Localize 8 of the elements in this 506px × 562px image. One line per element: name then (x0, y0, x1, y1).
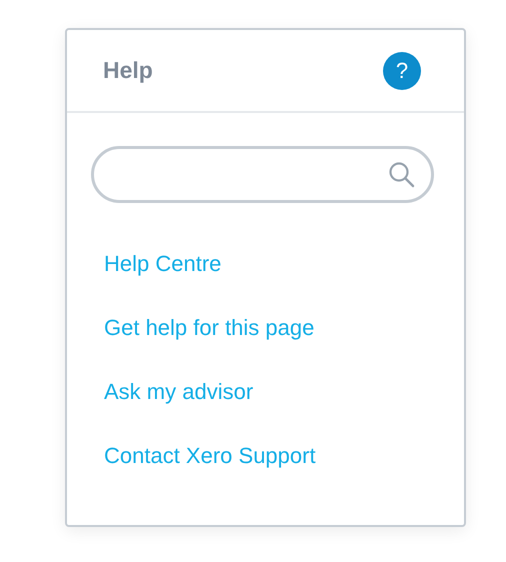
panel-title: Help (103, 56, 153, 86)
help-button[interactable]: ? (383, 52, 421, 90)
help-link[interactable]: Get help for this page (104, 314, 314, 342)
search-icon (388, 161, 415, 188)
search-field[interactable] (91, 146, 434, 203)
help-link[interactable]: Contact Xero Support (104, 442, 316, 470)
help-link[interactable]: Ask my advisor (104, 378, 254, 406)
help-link[interactable]: Help Centre (104, 250, 222, 278)
